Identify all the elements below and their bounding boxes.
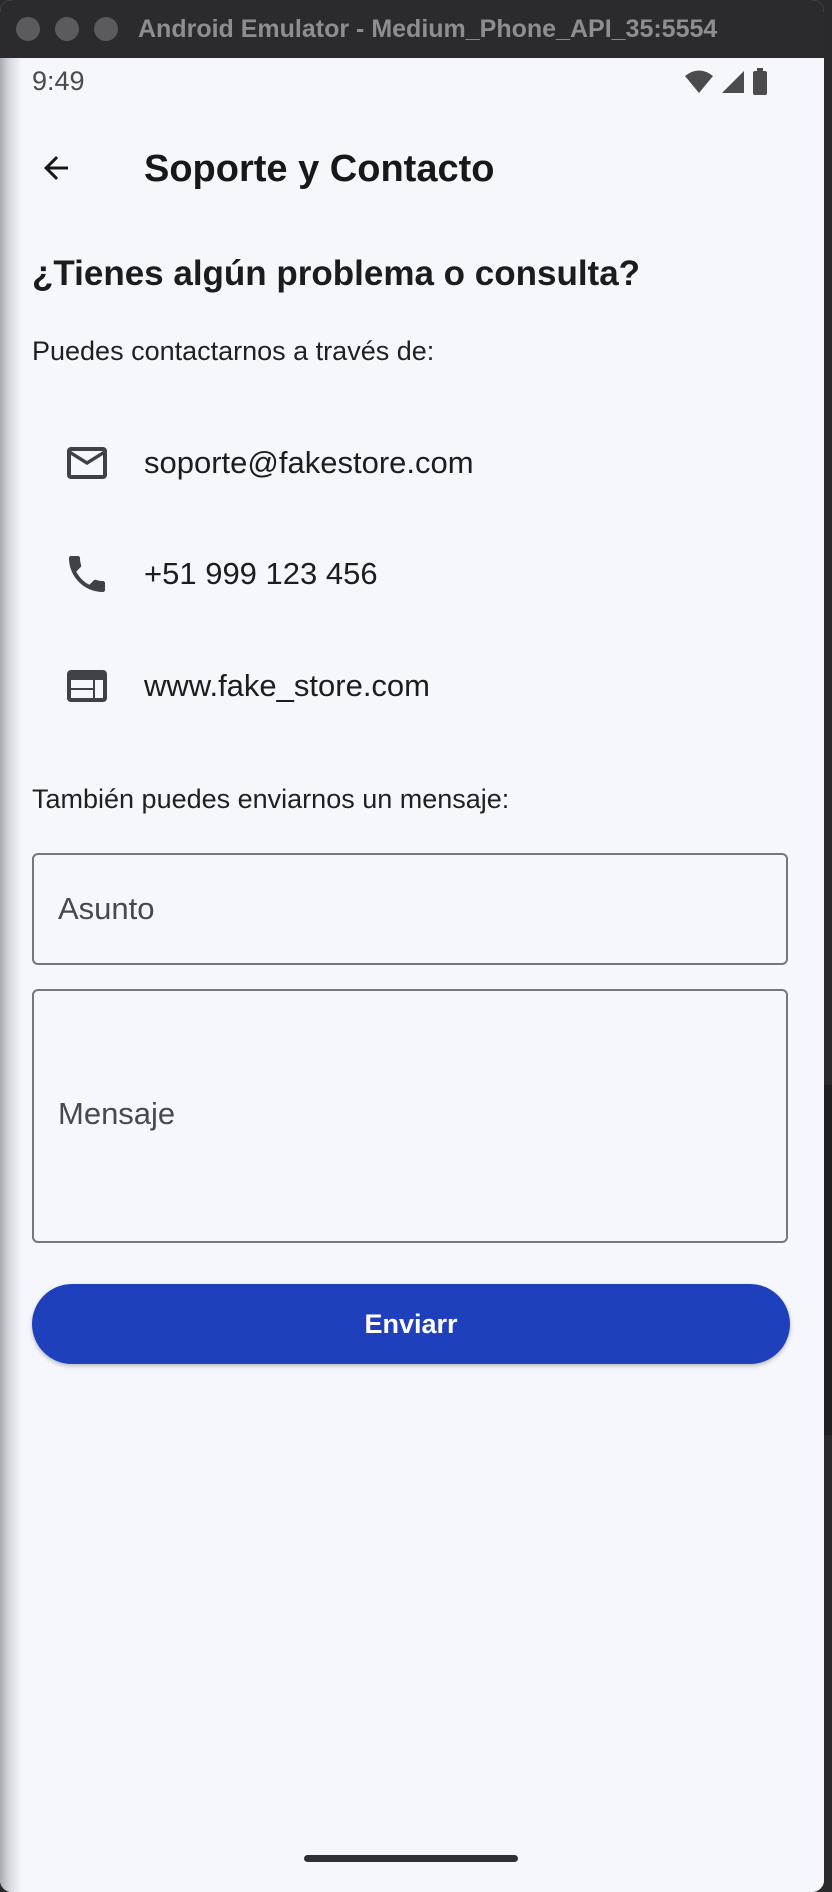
screen-edge-shadow — [0, 58, 22, 1892]
phone-icon — [63, 550, 111, 598]
mail-icon — [63, 439, 111, 487]
close-window-button[interactable] — [16, 17, 40, 41]
emulator-window: Android Emulator - Medium_Phone_API_35:5… — [0, 0, 824, 1892]
maximize-window-button[interactable] — [94, 17, 118, 41]
arrow-back-icon — [38, 150, 74, 191]
contact-web-row[interactable]: www.fake_store.com — [0, 641, 800, 731]
cell-signal-icon — [720, 69, 746, 100]
send-button[interactable]: Enviarr — [32, 1284, 790, 1364]
contact-phone-text: +51 999 123 456 — [144, 556, 378, 591]
app-bar: Soporte y Contacto — [0, 128, 824, 212]
window-title: Android Emulator - Medium_Phone_API_35:5… — [138, 14, 718, 43]
contact-email-row[interactable]: soporte@fakestore.com — [0, 418, 800, 508]
window-titlebar: Android Emulator - Medium_Phone_API_35:5… — [0, 0, 824, 58]
message-field[interactable]: Mensaje — [32, 989, 788, 1243]
subject-field[interactable]: Asunto — [32, 853, 788, 965]
subject-placeholder: Asunto — [58, 891, 155, 926]
status-time: 9:49 — [32, 66, 85, 96]
message-placeholder: Mensaje — [58, 1096, 176, 1131]
contact-intro-text: Puedes contactarnos a través de: — [32, 336, 435, 366]
section-heading: ¿Tienes algún problema o consulta? — [32, 254, 641, 293]
contact-web-text: www.fake_store.com — [144, 668, 430, 703]
web-icon — [63, 662, 111, 710]
background-window-edge — [824, 1085, 832, 1435]
page-title: Soporte y Contacto — [144, 148, 495, 190]
contact-email-text: soporte@fakestore.com — [144, 445, 474, 480]
contact-phone-row[interactable]: +51 999 123 456 — [0, 529, 800, 619]
window-controls — [16, 17, 118, 41]
status-bar: 9:49 — [0, 58, 824, 104]
battery-icon — [752, 68, 768, 101]
wifi-icon — [684, 69, 714, 100]
home-indicator[interactable] — [304, 1855, 518, 1862]
back-button[interactable] — [26, 140, 86, 200]
message-section-label: También puedes enviarnos un mensaje: — [32, 784, 510, 814]
phone-screen: 9:49 Soporte y Contacto ¿Tienes algún pr… — [0, 58, 824, 1892]
minimize-window-button[interactable] — [55, 17, 79, 41]
status-icons — [684, 68, 768, 101]
